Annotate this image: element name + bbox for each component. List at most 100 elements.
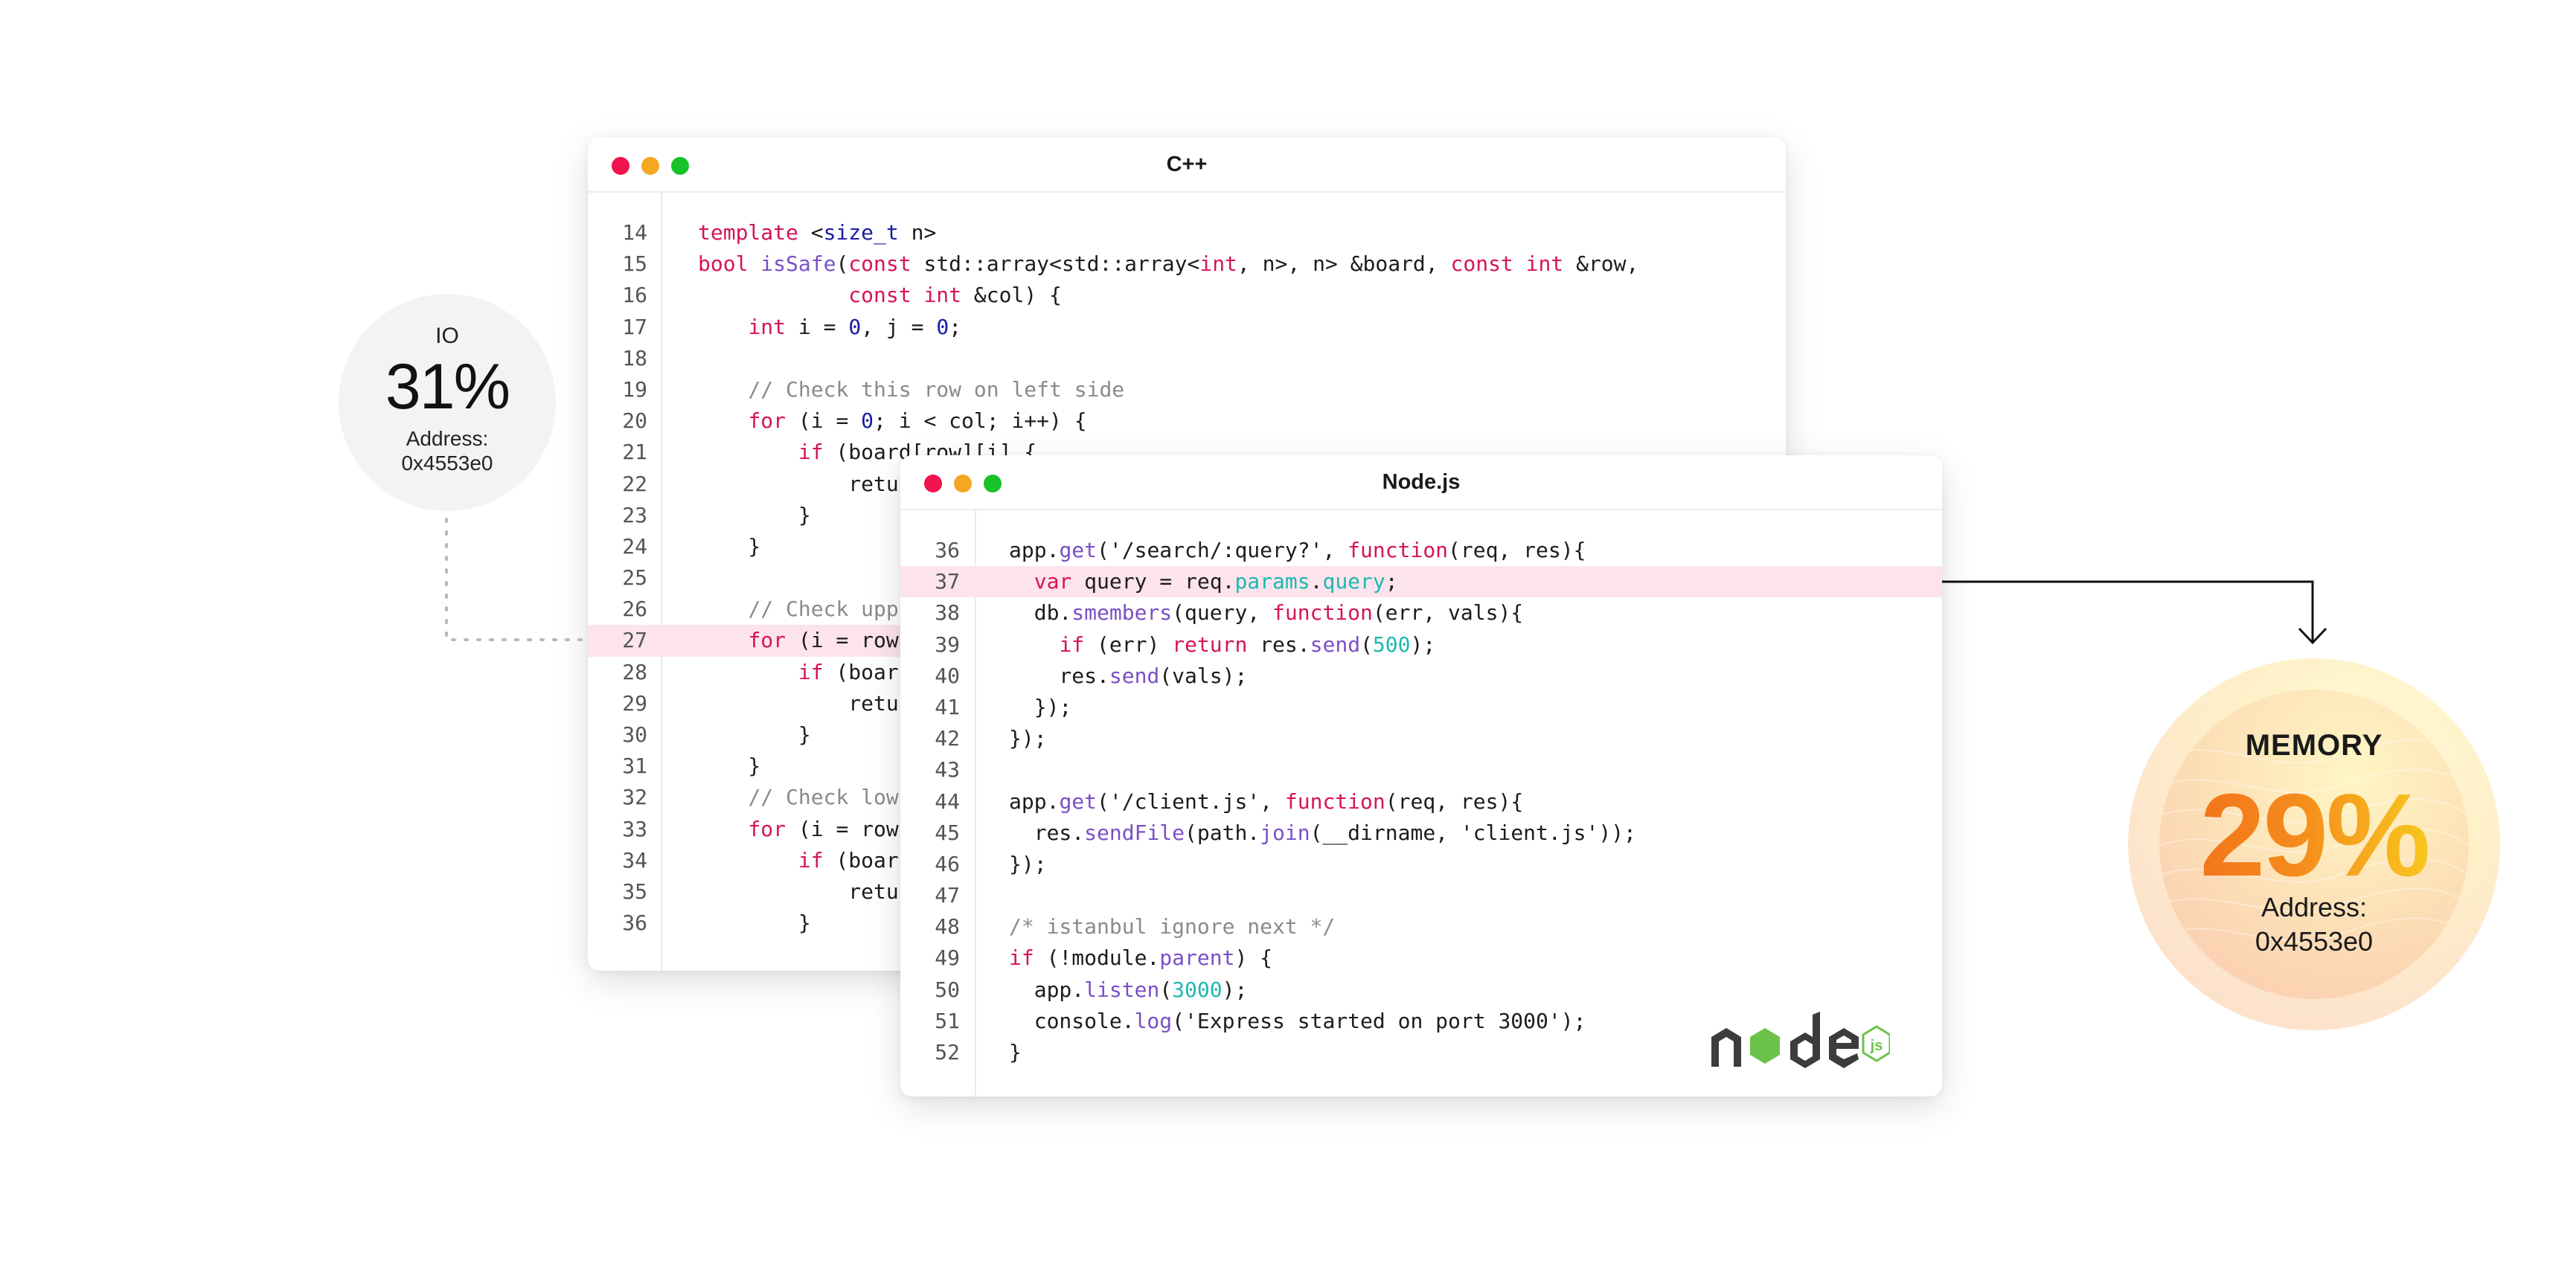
- code-line[interactable]: 41 });: [900, 692, 1942, 723]
- code-line[interactable]: 45 res.sendFile(path.join(__dirname, 'cl…: [900, 818, 1942, 849]
- line-number: 36: [622, 911, 647, 936]
- code-text: if (err) return res.send(500);: [1059, 632, 1436, 657]
- code-line[interactable]: 50 app.listen(3000);: [900, 974, 1942, 1006]
- line-number: 22: [622, 471, 647, 496]
- code-text: });: [1009, 726, 1047, 751]
- code-line[interactable]: 44 app.get('/client.js', function(req, re…: [900, 786, 1942, 818]
- line-number: 17: [622, 314, 647, 339]
- line-number: 32: [622, 785, 647, 810]
- memory-address: Address: 0x4553e0: [2128, 890, 2500, 959]
- line-number: 51: [935, 1008, 960, 1033]
- code-line[interactable]: 20 for (i = 0; i < col; i++) {: [588, 405, 1786, 437]
- code-text: // Check upp: [748, 597, 899, 622]
- code-line[interactable]: 17 int i = 0, j = 0;: [588, 312, 1786, 343]
- cpp-window-title: C++: [1166, 152, 1208, 176]
- code-text: if (!module.parent) {: [1009, 945, 1273, 971]
- code-text: if (boar: [798, 847, 899, 873]
- code-text: const int &col) {: [848, 283, 1062, 308]
- io-value: 31%: [385, 351, 510, 423]
- code-text: if (boar: [798, 659, 899, 684]
- code-line[interactable]: 16 const int &col) {: [588, 280, 1786, 311]
- code-text: }: [698, 754, 761, 779]
- code-line[interactable]: 49 if (!module.parent) {: [900, 942, 1942, 974]
- line-number: 42: [935, 726, 960, 751]
- line-number: 34: [622, 847, 647, 873]
- code-line[interactable]: 19 // Check this row on left side: [588, 374, 1786, 405]
- line-number: 19: [622, 376, 647, 402]
- line-number: 25: [622, 565, 647, 591]
- node-code-area[interactable]: 36 app.get('/search/:query?', function(re…: [900, 535, 1942, 1068]
- code-text: /* istanbul ignore next */: [1009, 914, 1336, 940]
- node-editor-window: Node.js 36 app.get('/search/:query?', fun…: [900, 455, 1942, 1096]
- line-number: 36: [935, 538, 960, 562]
- line-number: 45: [935, 820, 960, 845]
- node-titlebar: Node.js: [900, 455, 1942, 510]
- line-number: 15: [622, 251, 647, 277]
- code-text: template <size_t n>: [698, 220, 937, 245]
- line-number: 48: [935, 914, 960, 940]
- code-text: app.get('/search/:query?', function(req,…: [1009, 538, 1586, 562]
- line-number: 30: [622, 722, 647, 747]
- line-number: 40: [935, 663, 960, 688]
- code-text: app.listen(3000);: [1009, 977, 1248, 1002]
- code-line[interactable]: 14 template <size_t n>: [588, 217, 1786, 248]
- line-number: 38: [935, 600, 960, 626]
- io-label: IO: [435, 324, 459, 348]
- code-text: retu: [698, 879, 899, 904]
- line-number: 31: [622, 754, 647, 779]
- code-text: for (i = row: [748, 628, 899, 653]
- node-window-title: Node.js: [1382, 470, 1461, 494]
- code-line[interactable]: 38 db.smembers(query, function(err, vals…: [900, 597, 1942, 629]
- line-number: 27: [622, 628, 647, 653]
- code-text: db.smembers(query, function(err, vals){: [1009, 600, 1524, 626]
- line-number: 28: [622, 659, 647, 684]
- line-number: 16: [622, 283, 647, 308]
- memory-stat-card: MEMORY 29% Address: 0x4553e0: [2128, 658, 2500, 1030]
- line-number: 41: [935, 694, 960, 719]
- line-number: 29: [622, 690, 647, 716]
- code-line[interactable]: 37 var query = req.params.query;: [900, 566, 1942, 598]
- code-text: console.log('Express started on port 300…: [1009, 1008, 1586, 1033]
- svg-text:js: js: [1870, 1038, 1883, 1054]
- line-number: 52: [935, 1040, 960, 1064]
- io-address: Address: 0x4553e0: [339, 426, 556, 475]
- code-line[interactable]: 47: [900, 880, 1942, 911]
- io-address-label: Address:: [406, 427, 489, 450]
- code-line[interactable]: 18: [588, 343, 1786, 374]
- code-line[interactable]: 40 res.send(vals);: [900, 661, 1942, 692]
- line-number: 35: [622, 879, 647, 904]
- line-number: 21: [622, 440, 647, 465]
- code-text: }: [698, 533, 761, 559]
- code-text: }: [1009, 1040, 1022, 1064]
- code-line[interactable]: 46});: [900, 849, 1942, 880]
- code-line[interactable]: 15 bool isSafe(const std::array<std::arra…: [588, 248, 1786, 280]
- code-line[interactable]: 48 /* istanbul ignore next */: [900, 911, 1942, 942]
- code-line[interactable]: 36 app.get('/search/:query?', function(re…: [900, 535, 1942, 566]
- io-address-value: 0x4553e0: [401, 452, 493, 475]
- io-stat-card: IO 31% Address: 0x4553e0: [339, 294, 556, 511]
- memory-label: MEMORY: [2245, 729, 2383, 762]
- code-text: }: [698, 502, 811, 527]
- code-text: });: [1009, 694, 1072, 719]
- code-text: int i = 0, j = 0;: [748, 314, 962, 339]
- line-number: 23: [622, 502, 647, 527]
- code-line[interactable]: 43: [900, 754, 1942, 786]
- line-number: 37: [935, 569, 960, 594]
- line-number: 49: [935, 945, 960, 971]
- memory-address-value: 0x4553e0: [2255, 926, 2374, 957]
- code-text: res.sendFile(path.join(__dirname, 'clien…: [1009, 820, 1636, 845]
- line-number: 18: [622, 345, 647, 370]
- line-number: 44: [935, 789, 960, 814]
- code-line[interactable]: 42});: [900, 723, 1942, 754]
- nodejs-logo: js: [1711, 1012, 1890, 1068]
- line-number: 50: [935, 977, 960, 1002]
- code-text: // Check low: [748, 785, 899, 810]
- line-number: 39: [935, 632, 960, 657]
- memory-address-label: Address:: [2261, 892, 2368, 922]
- code-text: bool isSafe(const std::array<std::array<…: [698, 251, 1639, 277]
- line-number: 43: [935, 757, 960, 783]
- code-line[interactable]: 39 if (err) return res.send(500);: [900, 629, 1942, 661]
- code-text: retu: [698, 471, 899, 496]
- line-number: 47: [935, 883, 960, 908]
- line-number: 24: [622, 533, 647, 559]
